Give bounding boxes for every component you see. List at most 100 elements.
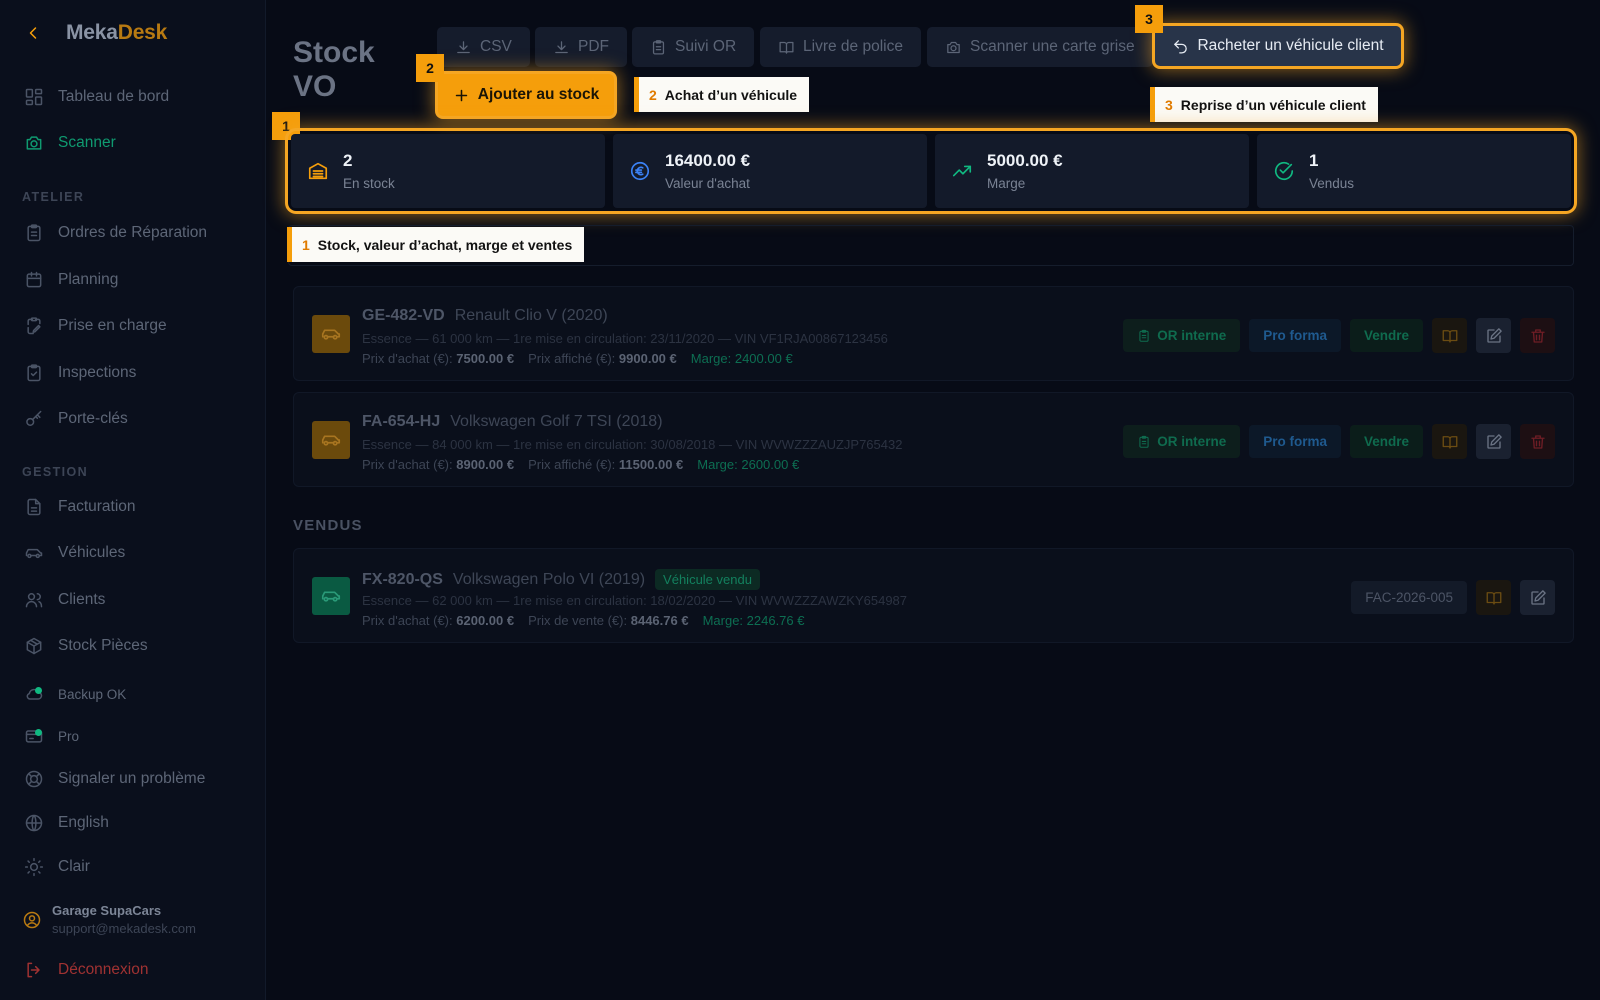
police-book-entry-button[interactable]	[1432, 318, 1467, 353]
police-book-entry-button[interactable]	[1432, 424, 1467, 459]
sidebar-item-label: Véhicules	[58, 544, 126, 561]
stat-margin: 5000.00 € Marge	[935, 134, 1249, 208]
button-label: Suivi OR	[675, 38, 737, 55]
clipboard-pen-icon	[24, 316, 44, 336]
users-icon	[24, 590, 44, 610]
edit-button[interactable]	[1520, 580, 1555, 615]
sell-button[interactable]: Vendre	[1349, 319, 1423, 352]
sidebar-item-label: Clients	[58, 591, 106, 608]
car-thumbnail	[312, 421, 350, 459]
edit-button[interactable]	[1476, 424, 1511, 459]
suivi-or-button[interactable]: Suivi OR	[632, 27, 755, 67]
callout-text: Stock, valeur d’achat, marge et ventes	[317, 236, 573, 253]
vehicle-actions: FAC-2026-005	[1351, 580, 1555, 615]
stat-value: 16400.00 €	[665, 151, 751, 170]
police-book-button[interactable]: Livre de police	[760, 27, 921, 67]
sidebar-item-intake[interactable]: Prise en charge	[24, 311, 167, 341]
export-pdf-button[interactable]: PDF	[535, 27, 627, 67]
sidebar-item-billing[interactable]: Facturation	[24, 492, 136, 522]
callout-number: 2	[649, 86, 657, 103]
invoice-icon	[24, 497, 44, 517]
sidebar-item-parts-stock[interactable]: Stock Pièces	[24, 631, 148, 661]
purchase-price-label: Prix d'achat (€):	[362, 613, 453, 628]
report-label: Signaler un problème	[58, 770, 206, 787]
clipboard-icon	[650, 39, 667, 56]
stat-sold: 1 Vendus	[1257, 134, 1571, 208]
edit-icon	[1485, 327, 1503, 345]
purchase-price: 7500.00 €	[456, 351, 515, 366]
sidebar-item-vehicles[interactable]: Véhicules	[24, 538, 125, 568]
internal-or-button[interactable]: OR interne	[1123, 319, 1241, 352]
delete-button[interactable]	[1520, 424, 1555, 459]
vehicle-title: GE-482-VD Renault Clio V (2020)	[362, 307, 608, 325]
plan-status[interactable]: Pro	[24, 721, 79, 751]
logo-text-desk: Desk	[117, 21, 168, 44]
display-price: 9900.00 €	[618, 351, 677, 366]
sold-vehicle-card[interactable]: FX-820-QS Volkswagen Polo VI (2019) Véhi…	[293, 548, 1574, 643]
backup-label: Backup OK	[58, 686, 127, 702]
purchase-price: 6200.00 €	[456, 613, 515, 628]
user-circle-icon	[22, 910, 42, 930]
invoice-link[interactable]: FAC-2026-005	[1351, 581, 1467, 614]
stat-label: Valeur d'achat	[665, 176, 750, 191]
key-icon	[24, 409, 44, 429]
stat-label: Marge	[987, 176, 1026, 191]
vehicle-model: Volkswagen Polo VI (2019)	[452, 570, 646, 588]
car-icon	[24, 543, 44, 563]
vehicle-card[interactable]: FA-654-HJ Volkswagen Golf 7 TSI (2018) E…	[293, 392, 1574, 487]
stat-value: 2	[343, 151, 353, 170]
euro-icon	[629, 160, 651, 182]
theme-switch[interactable]: Clair	[24, 852, 90, 882]
chevron-left-icon[interactable]	[20, 20, 46, 46]
package-icon	[24, 636, 44, 656]
brand: MekaDesk	[20, 20, 167, 46]
app-logo[interactable]: MekaDesk	[66, 21, 167, 45]
pro-forma-button[interactable]: Pro forma	[1249, 319, 1341, 352]
internal-or-button[interactable]: OR interne	[1123, 425, 1241, 458]
sidebar-item-clients[interactable]: Clients	[24, 585, 105, 615]
clipboard-check-icon	[24, 363, 44, 383]
edit-icon	[1529, 589, 1547, 607]
button-label: PDF	[578, 38, 609, 55]
pro-forma-button[interactable]: Pro forma	[1249, 425, 1341, 458]
button-label: Ajouter au stock	[477, 86, 600, 103]
trash-icon	[1529, 327, 1547, 345]
status-dot	[35, 729, 42, 736]
language-switch[interactable]: English	[24, 808, 109, 838]
sidebar-item-label: Inspections	[58, 364, 137, 381]
sidebar-item-dashboard[interactable]: Tableau de bord	[24, 82, 169, 112]
clipboard-icon	[1137, 435, 1151, 449]
section-gestion: GESTION	[22, 465, 89, 479]
sidebar-item-inspections[interactable]: Inspections	[24, 358, 136, 388]
logout-button[interactable]: Déconnexion	[24, 955, 148, 985]
sidebar-item-scanner[interactable]: Scanner	[24, 128, 116, 158]
sidebar-item-key-rack[interactable]: Porte-clés	[24, 404, 128, 434]
rebuy-vehicle-button[interactable]: Racheter un véhicule client	[1155, 26, 1401, 66]
edit-icon	[1485, 433, 1503, 451]
vehicle-card[interactable]: GE-482-VD Renault Clio V (2020) Essence …	[293, 286, 1574, 381]
car-icon	[320, 429, 342, 451]
vehicle-margin: Marge: 2246.76 €	[702, 613, 805, 628]
sell-button[interactable]: Vendre	[1349, 425, 1423, 458]
delete-button[interactable]	[1520, 318, 1555, 353]
camera-icon	[945, 39, 962, 56]
export-csv-button[interactable]: CSV	[437, 27, 530, 67]
button-label: Scanner une carte grise	[970, 38, 1135, 55]
car-thumbnail	[312, 315, 350, 353]
report-problem[interactable]: Signaler un problème	[24, 764, 205, 794]
button-label: CSV	[480, 38, 512, 55]
download-icon	[455, 39, 472, 56]
edit-button[interactable]	[1476, 318, 1511, 353]
user-profile[interactable]: Garage SupaCars support@mekadesk.com	[22, 903, 196, 936]
sidebar-item-planning[interactable]: Planning	[24, 265, 118, 295]
backup-status[interactable]: Backup OK	[24, 679, 126, 709]
status-dot	[35, 687, 42, 694]
sidebar-item-label: Ordres de Réparation	[58, 224, 208, 241]
police-book-entry-button[interactable]	[1476, 580, 1511, 615]
vehicle-prices: Prix d'achat (€): 8900.00 € Prix affiché…	[362, 457, 799, 472]
sidebar-item-repair-orders[interactable]: Ordres de Réparation	[24, 218, 207, 248]
sale-price-label: Prix de vente (€):	[528, 613, 628, 628]
stat-value: 5000.00 €	[987, 151, 1063, 170]
add-to-stock-button[interactable]: Ajouter au stock	[438, 74, 614, 116]
scan-registration-button[interactable]: Scanner une carte grise	[927, 27, 1153, 67]
